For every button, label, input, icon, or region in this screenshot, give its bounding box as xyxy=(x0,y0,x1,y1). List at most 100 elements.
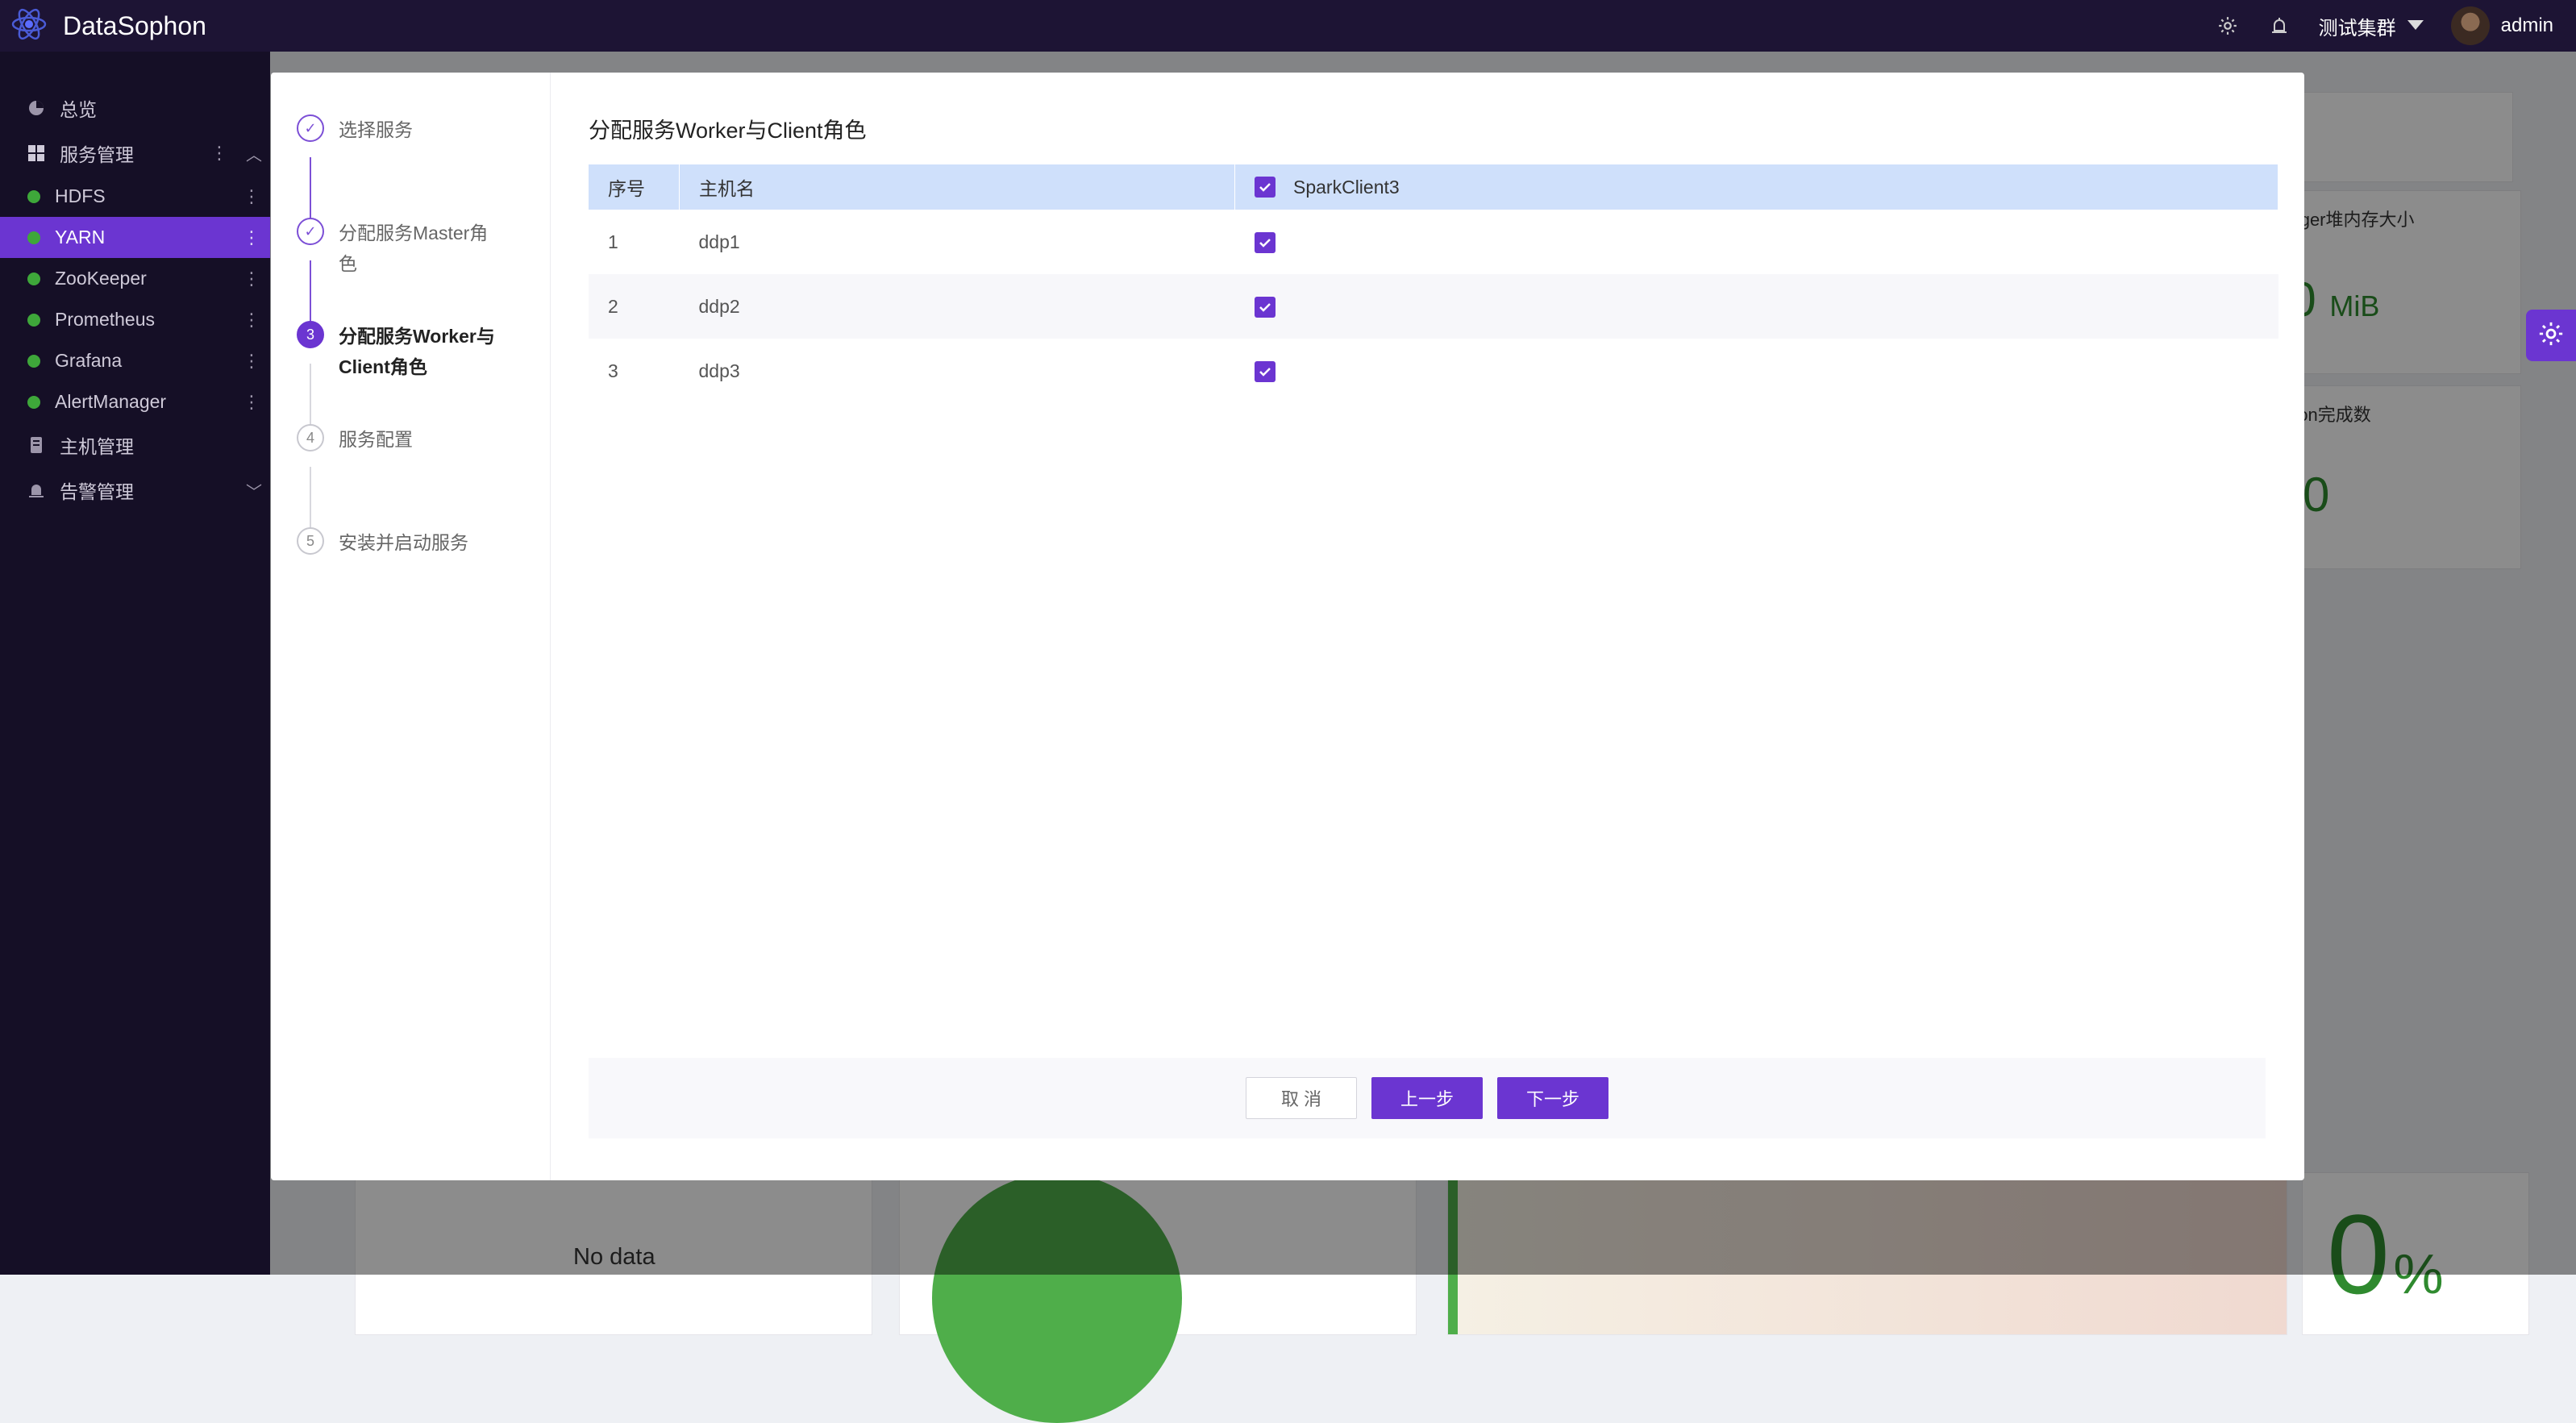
sidebar-item-label: 主机管理 xyxy=(60,436,134,457)
sidebar-item-label: ZooKeeper xyxy=(55,268,147,289)
more-vertical-icon[interactable]: ⋮ xyxy=(243,186,260,207)
app-name: DataSophon xyxy=(63,10,206,40)
step-number: 3 xyxy=(297,321,324,348)
sidebar-item-prometheus[interactable]: Prometheus ⋮ xyxy=(0,299,270,340)
checkmark-icon xyxy=(1259,303,1271,312)
step-label: 选择服务 xyxy=(339,119,413,140)
previous-step-button[interactable]: 上一步 xyxy=(1371,1077,1483,1119)
row-role-cell xyxy=(1235,339,2278,403)
sidebar-item-label: AlertManager xyxy=(55,391,167,412)
pie-chart-icon xyxy=(27,99,45,117)
avatar xyxy=(2450,6,2490,45)
check-icon: ✓ xyxy=(297,114,324,142)
wizard-footer: 取 消 上一步 下一步 xyxy=(589,1058,2266,1138)
table-row: 3 ddp3 xyxy=(589,339,2278,403)
wizard-step-2[interactable]: ✓ 分配服务Master角色 xyxy=(297,218,500,279)
cluster-name: 测试集群 xyxy=(2318,17,2396,40)
checkmark-icon xyxy=(1259,239,1271,248)
sidebar-item-label: HDFS xyxy=(55,185,106,206)
status-dot-icon xyxy=(27,313,40,327)
step-number: 5 xyxy=(297,527,324,555)
step-label: 分配服务Master角色 xyxy=(339,223,489,274)
wizard-content: 分配服务Worker与Client角色 序号 主机名 SparkClient3 xyxy=(589,73,2278,1180)
chevron-up-icon[interactable]: ︿ xyxy=(246,142,262,165)
settings-gear-icon xyxy=(2537,320,2565,352)
alarm-bell-icon[interactable] xyxy=(2267,14,2291,38)
role-name: SparkClient3 xyxy=(1293,176,1400,198)
sidebar-item-label: YARN xyxy=(55,227,106,248)
row-host: ddp1 xyxy=(698,231,740,252)
more-vertical-icon[interactable]: ⋮ xyxy=(210,143,228,164)
sidebar-item-grafana[interactable]: Grafana ⋮ xyxy=(0,340,270,381)
check-icon: ✓ xyxy=(297,218,324,245)
wizard-step-1[interactable]: ✓ 选择服务 xyxy=(297,114,500,145)
add-service-wizard-modal: ✓ 选择服务 ✓ 分配服务Master角色 3 分配服务Worker与Clien… xyxy=(271,73,2304,1180)
step-label: 分配服务Worker与Client角色 xyxy=(339,326,495,377)
row-index: 3 xyxy=(608,360,618,381)
more-vertical-icon[interactable]: ⋮ xyxy=(243,310,260,331)
row-role-cell xyxy=(1235,210,2278,274)
step-label: 安装并启动服务 xyxy=(339,532,468,553)
sidebar-item-host-management[interactable]: 主机管理 xyxy=(0,422,270,468)
cluster-selector[interactable]: 测试集群 xyxy=(2319,12,2424,40)
wizard-step-3[interactable]: 3 分配服务Worker与Client角色 xyxy=(297,321,500,382)
step-label: 服务配置 xyxy=(339,429,413,450)
sidebar-item-overview[interactable]: 总览 xyxy=(0,85,270,131)
sidebar-item-alarm-management[interactable]: 告警管理 ﹀ xyxy=(0,468,270,513)
row-host: ddp2 xyxy=(679,274,1235,339)
wizard-step-4[interactable]: 4 服务配置 xyxy=(297,424,500,455)
user-menu[interactable]: admin xyxy=(2450,6,2553,45)
sidebar-item-hdfs[interactable]: HDFS ⋮ xyxy=(0,176,270,217)
status-dot-icon xyxy=(27,395,40,409)
more-vertical-icon[interactable]: ⋮ xyxy=(243,392,260,413)
row-role-cell xyxy=(1234,274,2278,339)
status-dot-icon xyxy=(27,354,40,368)
row-host: ddp3 xyxy=(698,360,740,381)
chevron-down-icon[interactable]: ﹀ xyxy=(246,479,262,502)
more-vertical-icon[interactable]: ⋮ xyxy=(243,227,260,248)
cancel-button[interactable]: 取 消 xyxy=(1246,1077,1357,1119)
page-title: 分配服务Worker与Client角色 xyxy=(589,119,867,143)
table-row: 1 ddp1 xyxy=(589,210,2278,274)
checkmark-icon xyxy=(1259,368,1271,377)
alarm-icon xyxy=(27,481,45,499)
sidebar-item-label: 告警管理 xyxy=(60,481,134,502)
settings-drawer-button[interactable] xyxy=(2526,310,2576,361)
column-header-role: SparkClient3 xyxy=(1234,164,2278,210)
status-dot-icon xyxy=(27,272,40,285)
table-row: 2 ddp2 xyxy=(589,274,2278,339)
more-vertical-icon[interactable]: ⋮ xyxy=(243,268,260,289)
sidebar-item-alertmanager[interactable]: AlertManager ⋮ xyxy=(0,381,270,422)
step-number: 4 xyxy=(297,424,324,451)
checkmark-icon xyxy=(1259,183,1271,192)
grid-icon xyxy=(27,144,45,162)
status-dot-icon xyxy=(27,189,40,203)
sidebar: 总览 服务管理 ⋮ ︿ HDFS ⋮ YARN ⋮ ZooKeeper ⋮ Pr… xyxy=(0,52,270,1275)
column-header-host: 主机名 xyxy=(679,164,1235,210)
row-index: 1 xyxy=(608,231,618,252)
datasophon-logo-icon xyxy=(10,5,48,48)
wizard-step-5[interactable]: 5 安装并启动服务 xyxy=(297,527,500,558)
sidebar-item-service-management[interactable]: 服务管理 ⋮ ︿ xyxy=(0,131,270,176)
server-icon xyxy=(27,436,45,454)
next-step-button[interactable]: 下一步 xyxy=(1497,1077,1608,1119)
row-index: 2 xyxy=(589,274,680,339)
step-connector xyxy=(310,157,311,225)
app-logo[interactable]: DataSophon xyxy=(10,5,206,48)
status-dot-icon xyxy=(27,231,40,244)
table-header-row: 序号 主机名 SparkClient3 xyxy=(589,164,2278,210)
select-all-checkbox[interactable] xyxy=(1255,177,1276,198)
more-vertical-icon[interactable]: ⋮ xyxy=(243,351,260,372)
sidebar-item-zookeeper[interactable]: ZooKeeper ⋮ xyxy=(0,258,270,299)
role-checkbox[interactable] xyxy=(1254,296,1276,318)
role-checkbox[interactable] xyxy=(1254,231,1276,253)
sidebar-item-yarn[interactable]: YARN ⋮ xyxy=(0,217,270,258)
wizard-steps: ✓ 选择服务 ✓ 分配服务Master角色 3 分配服务Worker与Clien… xyxy=(271,73,551,1180)
settings-gear-icon[interactable] xyxy=(2216,14,2240,38)
sidebar-item-label: 总览 xyxy=(60,99,97,120)
sidebar-item-label: Prometheus xyxy=(55,309,156,330)
role-checkbox[interactable] xyxy=(1254,360,1276,382)
caret-down-icon xyxy=(2407,20,2424,30)
sidebar-item-label: 服务管理 xyxy=(60,144,134,165)
top-bar: DataSophon 测试集群 admin xyxy=(0,0,2576,52)
